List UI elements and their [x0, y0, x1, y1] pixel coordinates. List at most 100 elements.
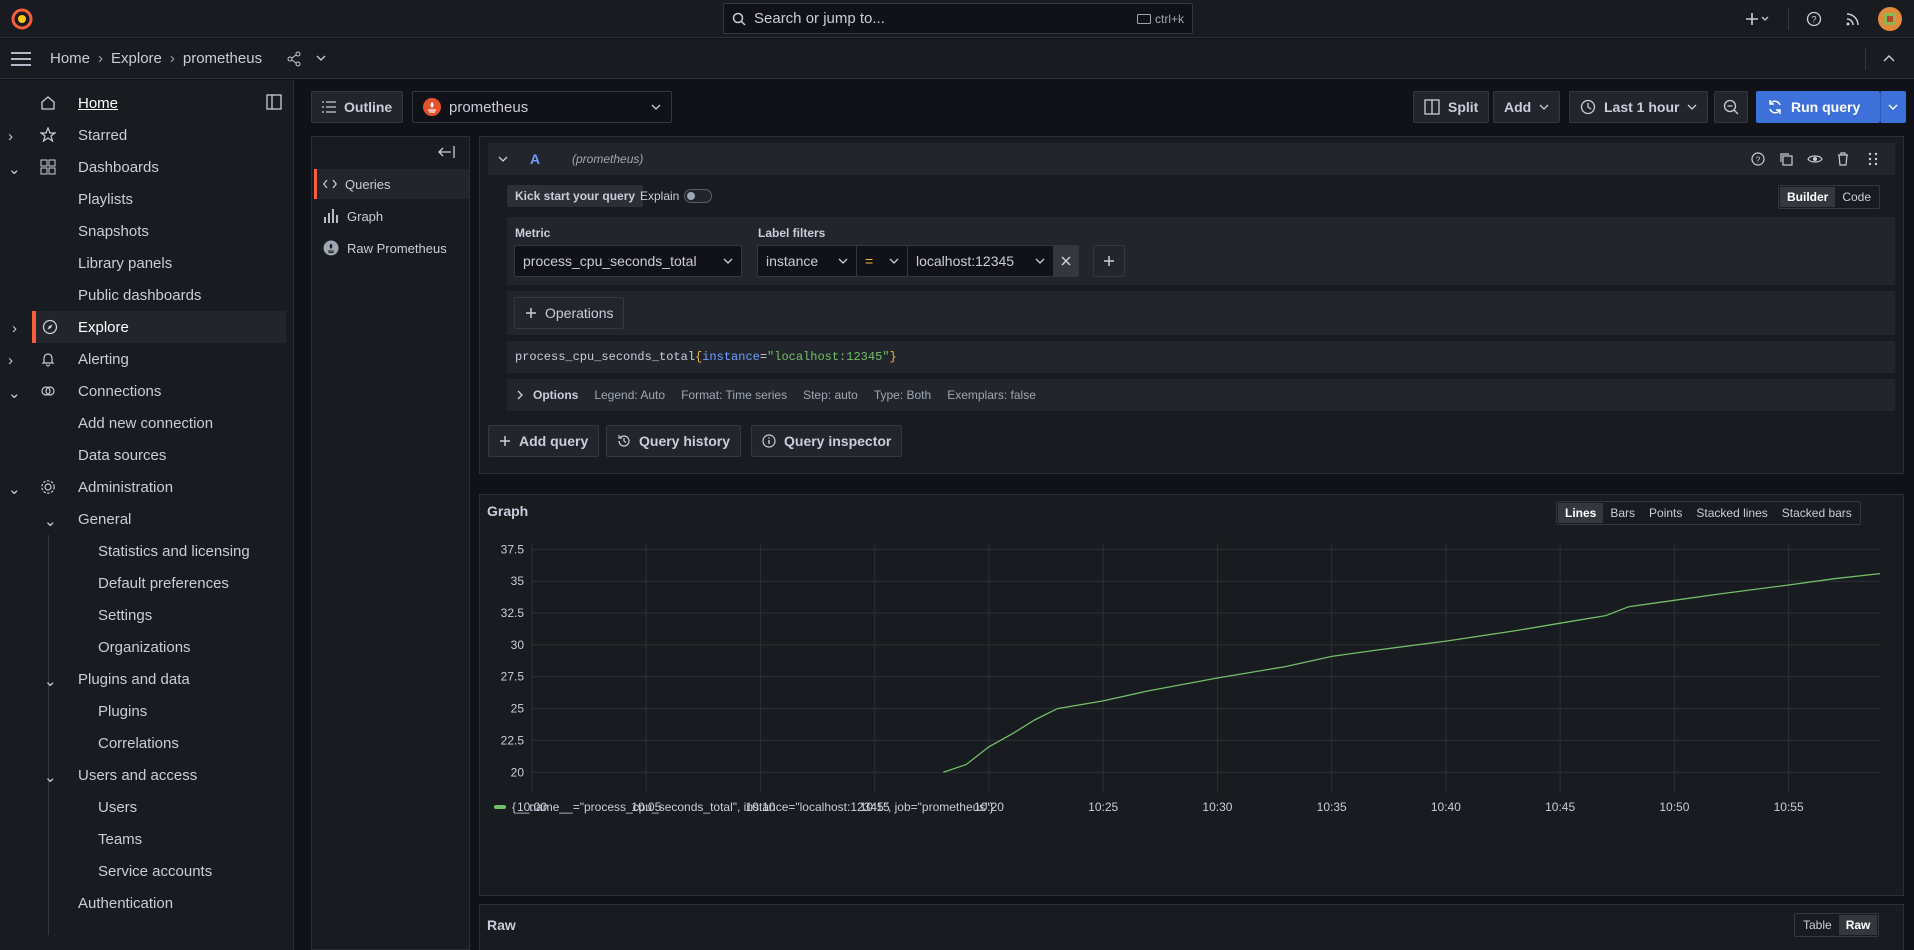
breadcrumb-home[interactable]: Home	[50, 50, 90, 67]
operations-button[interactable]: Operations	[514, 297, 625, 329]
label-filter-operator-select[interactable]: =	[856, 245, 908, 277]
query-inspector-button[interactable]: Query inspector	[751, 425, 903, 457]
search-placeholder: Search or jump to...	[754, 10, 885, 27]
share-icon[interactable]	[286, 51, 302, 67]
sidebar-item-connections[interactable]: ⌄ Connections	[0, 375, 294, 407]
operations-row: Operations	[507, 291, 1895, 335]
outline-item-graph[interactable]: Graph	[314, 201, 469, 231]
series-line	[943, 572, 1881, 773]
trash-icon[interactable]	[1836, 152, 1850, 166]
sidebar-item-settings[interactable]: Settings	[0, 599, 294, 631]
chevron-down-icon	[889, 257, 899, 265]
remove-filter-button[interactable]	[1053, 245, 1079, 277]
mode-raw-button[interactable]: Raw	[1838, 915, 1878, 935]
mode-lines-button[interactable]: Lines	[1558, 503, 1604, 523]
sidebar-item-organizations[interactable]: Organizations	[0, 631, 294, 663]
sidebar-item-explore[interactable]: › Explore	[12, 311, 286, 343]
sidebar-item-alerting[interactable]: › Alerting	[0, 343, 294, 375]
grafana-logo-icon[interactable]	[10, 7, 34, 31]
add-filter-button[interactable]	[1093, 245, 1125, 277]
help-icon[interactable]: ?	[1806, 11, 1822, 27]
sidebar-item-data-sources[interactable]: Data sources	[0, 439, 294, 471]
datasource-picker[interactable]: prometheus	[412, 91, 672, 123]
legend[interactable]: {__name__="process_cpu_seconds_total", i…	[494, 800, 994, 814]
sidebar-item-users[interactable]: Users	[0, 791, 294, 823]
copy-icon[interactable]	[1779, 152, 1793, 166]
search-input[interactable]: Search or jump to... ctrl+k	[723, 3, 1193, 34]
chevron-down-icon[interactable]	[316, 54, 326, 62]
run-query-button[interactable]: Run query	[1756, 91, 1880, 123]
sidebar-item-correlations[interactable]: Correlations	[0, 727, 294, 759]
outline-item-raw-prometheus[interactable]: Raw Prometheus	[314, 233, 469, 263]
avatar[interactable]	[1878, 7, 1902, 31]
plus-icon[interactable]	[1745, 11, 1769, 27]
zoom-out-button[interactable]	[1714, 91, 1748, 123]
sidebar-item-public-dashboards[interactable]: Public dashboards	[0, 279, 294, 311]
help-icon[interactable]: ?	[1751, 152, 1765, 166]
sidebar-item-home[interactable]: Home	[0, 87, 294, 119]
split-button[interactable]: Split	[1413, 91, 1490, 123]
chevron-down-icon[interactable]: ⌄	[44, 672, 57, 690]
plus-icon	[499, 435, 511, 447]
chevron-up-icon[interactable]	[1883, 54, 1895, 62]
query-options-row[interactable]: Options Legend: Auto Format: Time series…	[507, 379, 1895, 411]
chevron-down-icon	[838, 257, 848, 265]
sidebar-item-service-accounts[interactable]: Service accounts	[0, 855, 294, 887]
editor-mode-toggle: Builder Code	[1778, 185, 1881, 209]
chevron-down-icon[interactable]: ⌄	[8, 160, 21, 178]
chevron-down-icon[interactable]: ⌄	[8, 480, 21, 498]
metric-select[interactable]: process_cpu_seconds_total	[514, 245, 742, 277]
explain-toggle[interactable]	[684, 189, 712, 203]
sidebar-item-starred[interactable]: › Starred	[0, 119, 294, 151]
sidebar-item-general[interactable]: ⌄ General	[0, 503, 294, 535]
menu-icon[interactable]	[11, 51, 31, 67]
add-dropdown-button[interactable]: Add	[1493, 91, 1561, 123]
collapse-outline-icon[interactable]	[438, 145, 456, 159]
sidebar-item-administration[interactable]: ⌄ Administration	[0, 471, 294, 503]
builder-mode-button[interactable]: Builder	[1780, 187, 1836, 207]
breadcrumb-explore[interactable]: Explore	[111, 50, 162, 67]
prometheus-icon	[323, 240, 339, 256]
code-mode-button[interactable]: Code	[1835, 187, 1878, 207]
rss-icon[interactable]	[1845, 11, 1861, 27]
sidebar-item-add-new-connection[interactable]: Add new connection	[0, 407, 294, 439]
outline-button[interactable]: Outline	[311, 91, 404, 123]
sidebar-item-statistics-and-licensing[interactable]: Statistics and licensing	[0, 535, 294, 567]
add-query-button[interactable]: Add query	[488, 425, 600, 457]
chevron-right-icon	[517, 390, 523, 400]
sidebar-item-teams[interactable]: Teams	[0, 823, 294, 855]
eye-icon[interactable]	[1807, 152, 1823, 166]
mode-table-button[interactable]: Table	[1796, 915, 1839, 935]
outline-item-queries[interactable]: Queries	[314, 169, 469, 199]
sidebar-item-default-preferences[interactable]: Default preferences	[0, 567, 294, 599]
time-series-chart[interactable]: 2022.52527.53032.53537.510:00 10:05 10:10 1…	[480, 531, 1903, 831]
chevron-right-icon[interactable]: ›	[8, 128, 13, 145]
query-history-button[interactable]: Query history	[606, 425, 742, 457]
sidebar-item-plugins-and-data[interactable]: ⌄ Plugins and data	[0, 663, 294, 695]
chevron-right-icon[interactable]: ›	[12, 320, 17, 337]
time-range-picker[interactable]: Last 1 hour	[1569, 91, 1709, 123]
sidebar-item-users-and-access[interactable]: ⌄ Users and access	[0, 759, 294, 791]
drag-handle-icon[interactable]	[1868, 152, 1878, 166]
mode-points-button[interactable]: Points	[1642, 503, 1689, 523]
mode-bars-button[interactable]: Bars	[1603, 503, 1642, 523]
sidebar-item-authentication[interactable]: Authentication	[0, 887, 294, 919]
sidebar-item-snapshots[interactable]: Snapshots	[0, 215, 294, 247]
run-query-dropdown[interactable]	[1880, 91, 1906, 123]
sidebar-item-plugins[interactable]: Plugins	[0, 695, 294, 727]
chevron-down-icon[interactable]: ⌄	[44, 512, 57, 530]
label-filter-key-select[interactable]: instance	[757, 245, 857, 277]
chevron-right-icon[interactable]: ›	[8, 352, 13, 369]
mode-stacked-bars-button[interactable]: Stacked bars	[1775, 503, 1859, 523]
query-ref-id[interactable]: A	[530, 151, 540, 167]
search-icon	[732, 12, 746, 26]
chevron-down-icon[interactable]: ⌄	[8, 384, 21, 402]
label-filter-value-select[interactable]: localhost:12345	[907, 245, 1054, 277]
chevron-down-icon[interactable]	[498, 155, 508, 163]
sidebar-item-library-panels[interactable]: Library panels	[0, 247, 294, 279]
kick-start-button[interactable]: Kick start your query	[507, 185, 644, 207]
mode-stacked-lines-button[interactable]: Stacked lines	[1689, 503, 1774, 523]
chevron-down-icon[interactable]: ⌄	[44, 768, 57, 786]
sidebar-item-playlists[interactable]: Playlists	[0, 183, 294, 215]
sidebar-item-dashboards[interactable]: ⌄ Dashboards	[0, 151, 294, 183]
